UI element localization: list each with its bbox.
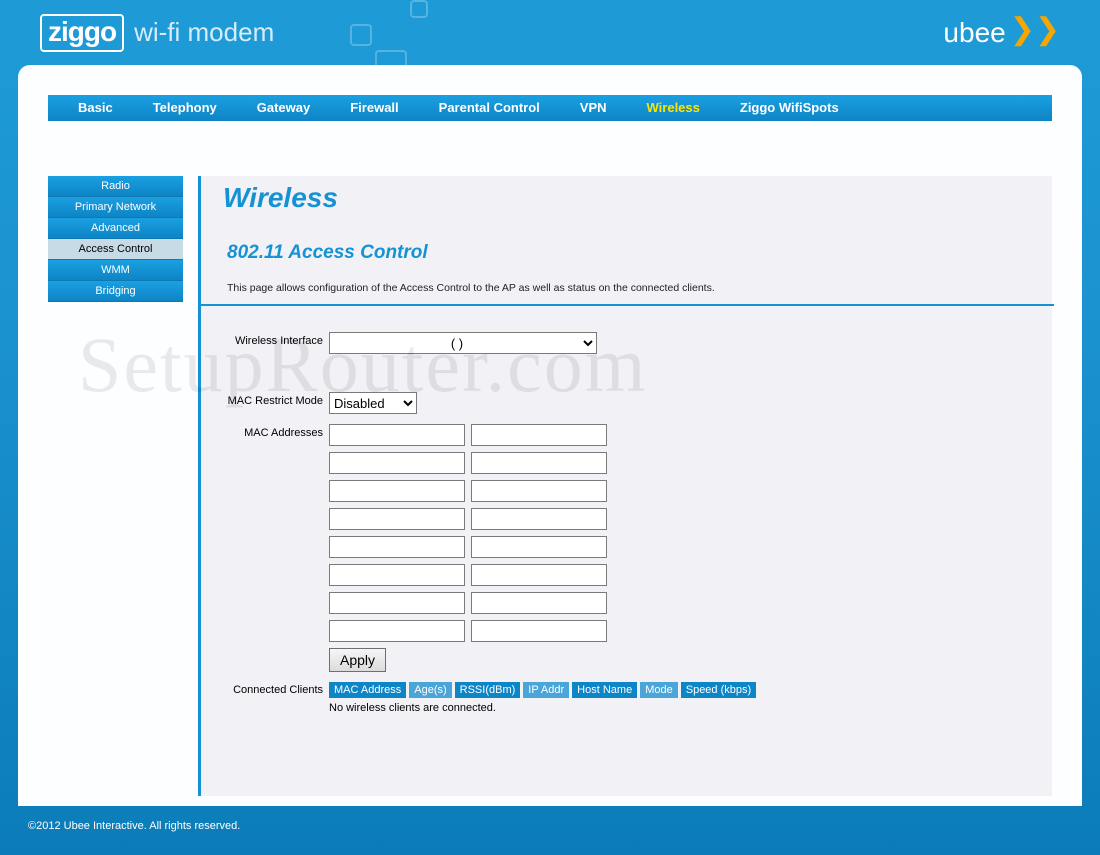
topnav-wireless[interactable]: Wireless <box>627 95 720 121</box>
mac-address-input[interactable] <box>329 536 465 558</box>
sidebar-item-access-control[interactable]: Access Control <box>48 239 183 260</box>
page-subtitle: 802.11 Access Control <box>227 242 1052 264</box>
ubee-text: ubee <box>943 17 1005 49</box>
ziggo-subtitle: wi-fi modem <box>134 17 274 48</box>
sidebar-item-primary-network[interactable]: Primary Network <box>48 197 183 218</box>
top-nav: BasicTelephonyGatewayFirewallParental Co… <box>48 95 1052 121</box>
mac-address-input[interactable] <box>471 480 607 502</box>
divider <box>201 304 1054 306</box>
mac-address-input[interactable] <box>329 424 465 446</box>
clients-header-mac-address: MAC Address <box>329 682 406 698</box>
label-connected-clients: Connected Clients <box>221 682 329 696</box>
clients-header-host-name: Host Name <box>572 682 637 698</box>
mac-restrict-mode-select[interactable]: Disabled <box>329 392 417 414</box>
topnav-telephony[interactable]: Telephony <box>133 95 237 121</box>
mac-address-input[interactable] <box>329 592 465 614</box>
row-mac-restrict-mode: MAC Restrict Mode Disabled <box>221 392 1052 414</box>
clients-header-age-s-: Age(s) <box>409 682 451 698</box>
mac-address-input[interactable] <box>471 564 607 586</box>
decor-square <box>410 0 428 18</box>
connected-clients-empty: No wireless clients are connected. <box>329 702 759 714</box>
ubee-logo: ubee ❯❯ <box>943 17 1060 49</box>
apply-button[interactable]: Apply <box>329 648 386 672</box>
ziggo-logo: ziggo wi-fi modem <box>40 14 274 52</box>
label-mac-restrict-mode: MAC Restrict Mode <box>221 392 329 407</box>
sidebar-item-advanced[interactable]: Advanced <box>48 218 183 239</box>
sidebar: RadioPrimary NetworkAdvancedAccess Contr… <box>48 176 183 796</box>
connected-clients-headers: MAC AddressAge(s)RSSI(dBm)IP AddrHost Na… <box>329 682 759 698</box>
row-connected-clients: Connected Clients MAC AddressAge(s)RSSI(… <box>221 682 1052 714</box>
clients-header-ip-addr: IP Addr <box>523 682 569 698</box>
mac-address-input[interactable] <box>471 620 607 642</box>
mac-address-input[interactable] <box>471 508 607 530</box>
topnav-firewall[interactable]: Firewall <box>330 95 418 121</box>
page-card: BasicTelephonyGatewayFirewallParental Co… <box>18 65 1082 806</box>
clients-header-speed-kbps-: Speed (kbps) <box>681 682 756 698</box>
content-panel: Wireless 802.11 Access Control This page… <box>198 176 1052 796</box>
mac-address-input[interactable] <box>471 592 607 614</box>
label-wireless-interface: Wireless Interface <box>221 332 329 347</box>
app-header: ziggo wi-fi modem ubee ❯❯ <box>0 0 1100 65</box>
mac-address-input[interactable] <box>471 424 607 446</box>
mac-address-input[interactable] <box>329 620 465 642</box>
clients-header-mode: Mode <box>640 682 678 698</box>
page-description: This page allows configuration of the Ac… <box>227 282 1052 294</box>
clients-header-rssi-dbm-: RSSI(dBm) <box>455 682 521 698</box>
mac-address-input[interactable] <box>329 564 465 586</box>
topnav-vpn[interactable]: VPN <box>560 95 627 121</box>
topnav-parental-control[interactable]: Parental Control <box>419 95 560 121</box>
mac-address-input[interactable] <box>471 452 607 474</box>
mac-address-grid <box>329 424 607 642</box>
row-mac-addresses: MAC Addresses Apply <box>221 424 1052 672</box>
mac-address-input[interactable] <box>471 536 607 558</box>
mac-address-input[interactable] <box>329 452 465 474</box>
sidebar-item-radio[interactable]: Radio <box>48 176 183 197</box>
row-wireless-interface: Wireless Interface ( ) <box>221 332 1052 354</box>
mac-address-input[interactable] <box>329 480 465 502</box>
topnav-gateway[interactable]: Gateway <box>237 95 330 121</box>
decor-square <box>350 24 372 46</box>
sidebar-item-bridging[interactable]: Bridging <box>48 281 183 302</box>
wireless-interface-select[interactable]: ( ) <box>329 332 597 354</box>
ziggo-mark: ziggo <box>40 14 124 52</box>
label-mac-addresses: MAC Addresses <box>221 424 329 439</box>
sidebar-item-wmm[interactable]: WMM <box>48 260 183 281</box>
topnav-basic[interactable]: Basic <box>58 95 133 121</box>
mac-address-input[interactable] <box>329 508 465 530</box>
topnav-ziggo-wifispots[interactable]: Ziggo WifiSpots <box>720 95 859 121</box>
page-title: Wireless <box>223 182 1052 214</box>
footer-copyright: ©2012 Ubee Interactive. All rights reser… <box>0 806 1100 832</box>
